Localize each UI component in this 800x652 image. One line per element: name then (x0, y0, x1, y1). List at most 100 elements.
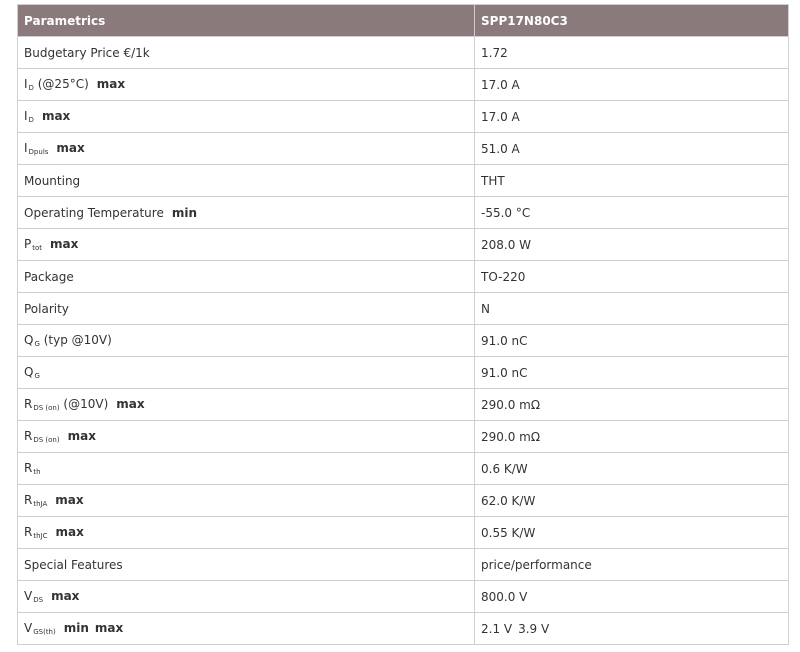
table-row: Ptot max 208.0 W (17, 228, 789, 261)
parameter-qualifier: max (56, 141, 85, 155)
parameter-value: THT (481, 173, 505, 188)
parameter-cell: Rth (17, 452, 475, 485)
parameter-qualifier: max (51, 589, 80, 603)
value-cell: 17.0 A (474, 68, 789, 101)
table-row: QG 91.0 nC (17, 356, 789, 389)
value-cell: 17.0 A (474, 100, 789, 133)
parameter-subscript: D (28, 116, 34, 124)
value-cell: 290.0 mΩ (474, 420, 789, 453)
value-cell: TO-220 (474, 260, 789, 293)
parameter-cell: ID (@25°C) max (17, 68, 475, 101)
table-row: Polarity N (17, 292, 789, 325)
parameter-condition: (@10V) (59, 397, 109, 411)
value-cell: 2.1 V 3.9 V (474, 612, 789, 645)
parameter-symbol: Special Features (24, 557, 123, 572)
parameter-symbol: I (24, 141, 28, 155)
parameter-symbol: Polarity (24, 301, 69, 316)
table-row: IDpuls max 51.0 A (17, 132, 789, 165)
table-row: VDS max 800.0 V (17, 580, 789, 613)
parameter-symbol: R (24, 525, 33, 539)
value-cell: 91.0 nC (474, 356, 789, 389)
parameter-cell: VDS max (17, 580, 475, 613)
value-cell: 91.0 nC (474, 324, 789, 357)
parameter-cell: IDpuls max (17, 132, 475, 165)
parameter-symbol: Q (24, 333, 34, 347)
parameter-value: N (481, 301, 490, 316)
parameter-cell: Operating Temperature min (17, 196, 475, 229)
parameter-cell: Ptot max (17, 228, 475, 261)
parameter-qualifier: min (63, 621, 89, 635)
value-cell: 0.6 K/W (474, 452, 789, 485)
value-cell: 800.0 V (474, 580, 789, 613)
table-row: Mounting THT (17, 164, 789, 197)
parameter-symbol: R (24, 461, 33, 475)
parameter-qualifier: max (41, 109, 71, 123)
parameter-subscript: tot (32, 244, 43, 252)
table-row: RDS (on) (@10V) max 290.0 mΩ (17, 388, 789, 421)
parameter-subscript: Dpuls (28, 148, 49, 156)
parameter-qualifier: max (67, 429, 96, 443)
table-row: RDS (on) max 290.0 mΩ (17, 420, 789, 453)
parameter-qualifier-2: max (94, 621, 124, 635)
parameter-cell: ID max (17, 100, 475, 133)
parameter-cell: Special Features (17, 548, 475, 581)
parameter-subscript: GS(th) (33, 628, 56, 636)
parameter-symbol: Package (24, 269, 74, 284)
table-row: Operating Temperature min -55.0 °C (17, 196, 789, 229)
parameter-cell: VGS(th) min max (17, 612, 475, 645)
value-cell: 62.0 K/W (474, 484, 789, 517)
parameter-subscript: DS (on) (33, 404, 60, 412)
parameter-qualifier: min (171, 205, 197, 220)
parameter-symbol: R (24, 493, 33, 507)
parameter-symbol: V (24, 621, 33, 635)
parameter-cell: RDS (on) (@10V) max (17, 388, 475, 421)
parametrics-table-container: Parametrics SPP17N80C3 Budgetary Price €… (17, 4, 789, 645)
parameter-cell: Polarity (17, 292, 475, 325)
parameter-value-2: 3.9 V (518, 621, 550, 636)
value-cell: price/performance (474, 548, 789, 581)
value-cell: 290.0 mΩ (474, 388, 789, 421)
table-row: Budgetary Price €/1k 1.72 (17, 36, 789, 69)
parameter-symbol: R (24, 429, 33, 443)
parameter-value: 208.0 W (481, 237, 532, 252)
parameter-symbol: I (24, 109, 28, 123)
parameter-value: TO-220 (481, 269, 526, 284)
table-row: RthJA max 62.0 K/W (17, 484, 789, 517)
parameter-subscript: thJA (33, 500, 48, 508)
parameter-qualifier: max (50, 237, 79, 251)
parameter-cell: QG (typ @10V) (17, 324, 475, 357)
value-cell: 1.72 (474, 36, 789, 69)
parameter-condition: (@25°C) (33, 77, 89, 91)
parameter-symbol: P (24, 237, 32, 251)
parameter-cell: RthJA max (17, 484, 475, 517)
parameter-condition: (typ @10V) (39, 333, 112, 347)
table-header-row: Parametrics SPP17N80C3 (17, 4, 789, 37)
header-part-number: SPP17N80C3 (474, 4, 789, 37)
parametrics-table: Parametrics SPP17N80C3 Budgetary Price €… (17, 4, 789, 645)
parameter-symbol: Budgetary Price €/1k (24, 45, 150, 60)
parameter-symbol: Q (24, 365, 34, 379)
parameter-value: 0.6 K/W (481, 461, 528, 476)
parameter-qualifier: max (55, 525, 84, 539)
value-cell: 208.0 W (474, 228, 789, 261)
parameter-cell: Package (17, 260, 475, 293)
parameter-symbol: Operating Temperature (24, 205, 164, 220)
parameter-subscript: DS (33, 596, 44, 604)
parameter-subscript: G (34, 372, 40, 380)
value-cell: -55.0 °C (474, 196, 789, 229)
parameter-value: 290.0 mΩ (481, 397, 541, 412)
parameter-value: 91.0 nC (481, 365, 528, 380)
parameter-value: 0.55 K/W (481, 525, 536, 540)
parameter-symbol: I (24, 77, 28, 91)
parameter-value: 800.0 V (481, 589, 528, 604)
parameter-cell: QG (17, 356, 475, 389)
parameter-qualifier: max (55, 493, 84, 507)
parameter-qualifier: max (116, 397, 145, 411)
parameter-qualifier: max (96, 77, 126, 91)
parameter-value: -55.0 °C (481, 205, 531, 220)
parameter-cell: RthJC max (17, 516, 475, 549)
parameter-value: 290.0 mΩ (481, 429, 541, 444)
parameter-subscript: th (33, 468, 41, 476)
value-cell: 51.0 A (474, 132, 789, 165)
parameter-symbol: V (24, 589, 33, 603)
